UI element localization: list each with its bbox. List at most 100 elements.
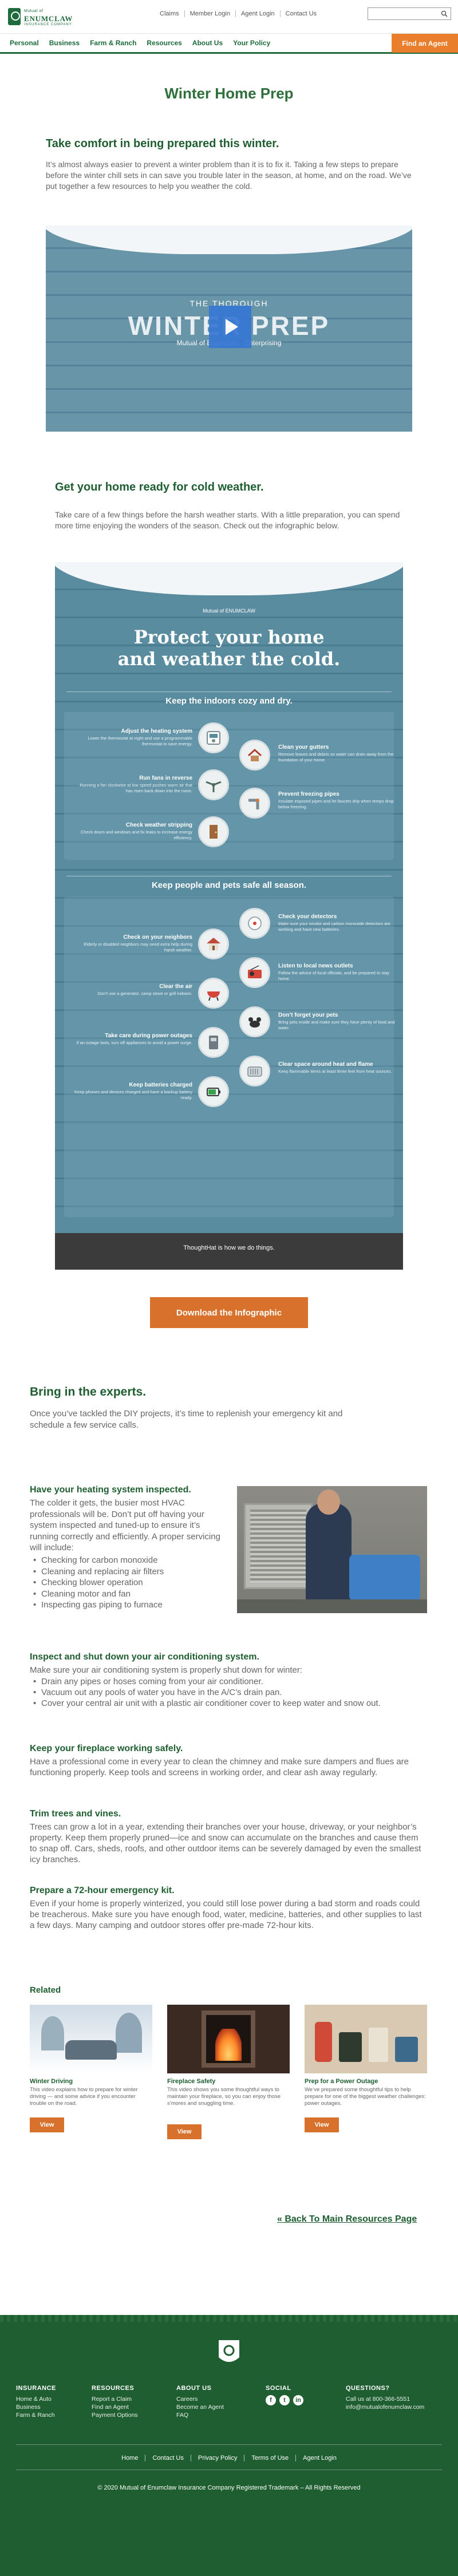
footer-phone[interactable]: Call us at 800-366-5551 bbox=[346, 2395, 424, 2403]
footer-link[interactable]: Careers bbox=[176, 2395, 224, 2403]
card-view-button[interactable]: View bbox=[30, 2117, 64, 2132]
footer-link[interactable]: Business bbox=[16, 2403, 56, 2411]
smoke-detector-icon bbox=[239, 908, 270, 939]
footer-bottom-link-terms[interactable]: Terms of Use bbox=[244, 2455, 297, 2462]
search-icon[interactable] bbox=[441, 10, 448, 17]
battery-icon bbox=[198, 1076, 229, 1107]
experts-text: Once you’ve tackled the DIY projects, it… bbox=[30, 1409, 343, 1430]
card-text: This video shows you some thoughtful way… bbox=[167, 2087, 281, 2107]
nav-resources[interactable]: Resources bbox=[141, 39, 187, 47]
util-link-member-login[interactable]: Member Login bbox=[185, 10, 236, 17]
tip-title: Adjust the heating system bbox=[121, 728, 192, 734]
footer-bottom-link-privacy[interactable]: Privacy Policy bbox=[191, 2455, 245, 2462]
company-logo[interactable]: Mutual of ENUMCLAW INSURANCE COMPANY bbox=[8, 7, 72, 30]
twitter-icon[interactable]: t bbox=[279, 2395, 290, 2405]
footer-bottom-link-home[interactable]: Home bbox=[114, 2455, 146, 2462]
tip-title: Prevent freezing pipes bbox=[278, 791, 339, 797]
trees-heading: Trim trees and vines. bbox=[30, 1809, 121, 1819]
pet-icon bbox=[239, 1006, 270, 1037]
tip-heat-flame: Clear space around heat and flame Keep f… bbox=[278, 1061, 398, 1074]
tip-title: Take care during power outages bbox=[105, 1033, 192, 1039]
card-text: We’ve prepared some thoughtful tips to h… bbox=[305, 2087, 426, 2107]
nav-your-policy[interactable]: Your Policy bbox=[228, 39, 275, 47]
ceiling-fan-icon bbox=[198, 769, 229, 800]
util-link-claims[interactable]: Claims bbox=[155, 10, 185, 17]
logo-line3: INSURANCE COMPANY bbox=[24, 23, 72, 26]
tip-text: Follow the advice of local officials, an… bbox=[278, 970, 390, 981]
tip-detectors: Check your detectors Make sure your smok… bbox=[278, 914, 398, 933]
footer-col-insurance: INSURANCE Home & Auto Business Farm & Ra… bbox=[16, 2385, 56, 2419]
kit-text: Even if your home is properly winterized… bbox=[30, 1899, 422, 1930]
search-input[interactable] bbox=[368, 8, 437, 19]
facebook-icon[interactable]: f bbox=[266, 2395, 276, 2405]
footer-link[interactable]: Report a Claim bbox=[92, 2395, 138, 2403]
tip-text: Don’t use a generator, camp stove or gri… bbox=[97, 991, 192, 996]
card-view-button[interactable]: View bbox=[305, 2117, 339, 2132]
footer-bottom-link-contact[interactable]: Contact Us bbox=[145, 2455, 191, 2462]
footer-pattern bbox=[0, 2315, 458, 2322]
footer-col-heading: QUESTIONS? bbox=[346, 2385, 390, 2392]
tip-clear-air: Clear the air Don’t use a generator, cam… bbox=[72, 983, 192, 997]
play-button[interactable] bbox=[209, 306, 251, 348]
nav-about-us[interactable]: About Us bbox=[187, 39, 228, 47]
card-title[interactable]: Prep for a Power Outage bbox=[305, 2078, 378, 2085]
house-icon bbox=[198, 929, 229, 959]
tip-text: Make sure your smoke and carbon monoxide… bbox=[278, 921, 390, 932]
find-agent-button[interactable]: Find an Agent bbox=[392, 34, 458, 53]
heating-list: Checking for carbon monoxide Cleaning an… bbox=[32, 1555, 227, 1611]
footer-link[interactable]: Become an Agent bbox=[176, 2403, 224, 2411]
tip-title: Keep batteries charged bbox=[129, 1082, 192, 1088]
nav-business[interactable]: Business bbox=[44, 39, 85, 47]
card-view-button[interactable]: View bbox=[167, 2124, 202, 2139]
util-link-contact-us[interactable]: Contact Us bbox=[281, 10, 322, 17]
radio-icon bbox=[239, 957, 270, 988]
footer-copyright: © 2020 Mutual of Enumclaw Insurance Comp… bbox=[97, 2484, 361, 2491]
appliance-icon bbox=[198, 1027, 229, 1058]
logo-line1: Mutual of bbox=[24, 9, 44, 13]
section2-title: Keep people and pets safe all season. bbox=[151, 880, 307, 890]
tip-news: Listen to local news outlets Follow the … bbox=[278, 963, 398, 982]
linkedin-icon[interactable]: in bbox=[293, 2395, 303, 2405]
card-title[interactable]: Fireplace Safety bbox=[167, 2078, 215, 2085]
tip-title: Don’t forget your pets bbox=[278, 1012, 338, 1018]
footer-email[interactable]: info@mutualofenumclaw.com bbox=[346, 2403, 424, 2411]
footer-link[interactable]: Payment Options bbox=[92, 2411, 138, 2419]
photo-floor bbox=[237, 1599, 427, 1613]
footer-link[interactable]: Find an Agent bbox=[92, 2403, 138, 2411]
photo-head bbox=[317, 1490, 340, 1515]
tip-pipes: Prevent freezing pipes Insulate exposed … bbox=[278, 791, 398, 810]
footer-link[interactable]: FAQ bbox=[176, 2411, 224, 2419]
ac-heading: Inspect and shut down your air condition… bbox=[30, 1652, 259, 1662]
footer-link[interactable]: Farm & Ranch bbox=[16, 2411, 56, 2419]
tip-title: Check your detectors bbox=[278, 914, 337, 920]
fireplace-image[interactable] bbox=[167, 2005, 290, 2073]
footer: INSURANCE Home & Auto Business Farm & Ra… bbox=[0, 2315, 458, 2576]
util-link-agent-login[interactable]: Agent Login bbox=[236, 10, 281, 17]
logo-icon bbox=[8, 8, 21, 25]
download-infographic-button[interactable]: Download the Infographic bbox=[150, 1297, 308, 1328]
footer-logo-icon[interactable] bbox=[216, 2338, 242, 2368]
tip-text: Keep flammable items at least three feet… bbox=[278, 1069, 392, 1074]
power-outage-image[interactable] bbox=[305, 2005, 427, 2073]
footer-col-questions: QUESTIONS? Call us at 800-366-5551 info@… bbox=[346, 2385, 424, 2411]
tip-weather-stripping: Check weather stripping Check doors and … bbox=[72, 822, 192, 841]
footer-col-social: SOCIAL f t in bbox=[266, 2385, 307, 2405]
footer-col-heading: RESOURCES bbox=[92, 2385, 135, 2392]
video-player[interactable]: THE THOROUGH WINTER PREP Mutual of Enumc… bbox=[46, 226, 412, 432]
card-title[interactable]: Winter Driving bbox=[30, 2078, 73, 2085]
tip-text: Lower the thermostat at night and use a … bbox=[88, 736, 192, 746]
footer-link[interactable]: Home & Auto bbox=[16, 2395, 56, 2403]
tip-text: Insulate exposed pipes and let faucets d… bbox=[278, 799, 394, 809]
nav-personal[interactable]: Personal bbox=[5, 39, 44, 47]
kit-heading: Prepare a 72-hour emergency kit. bbox=[30, 1886, 175, 1895]
winter-driving-image[interactable] bbox=[30, 2005, 152, 2073]
nav-farm-ranch[interactable]: Farm & Ranch bbox=[85, 39, 141, 47]
back-to-resources-link[interactable]: « Back To Main Resources Page bbox=[277, 2214, 417, 2225]
ready-heading: Get your home ready for cold weather. bbox=[55, 481, 264, 493]
gutter-icon bbox=[239, 740, 270, 771]
footer-bottom-link-agent-login[interactable]: Agent Login bbox=[296, 2455, 344, 2462]
page-title: Winter Home Prep bbox=[164, 85, 294, 102]
tip-text: Elderly or disabled neighbors may need e… bbox=[84, 942, 192, 953]
radio-device bbox=[395, 2037, 418, 2062]
heating-text: The colder it gets, the busier most HVAC… bbox=[30, 1498, 220, 1552]
